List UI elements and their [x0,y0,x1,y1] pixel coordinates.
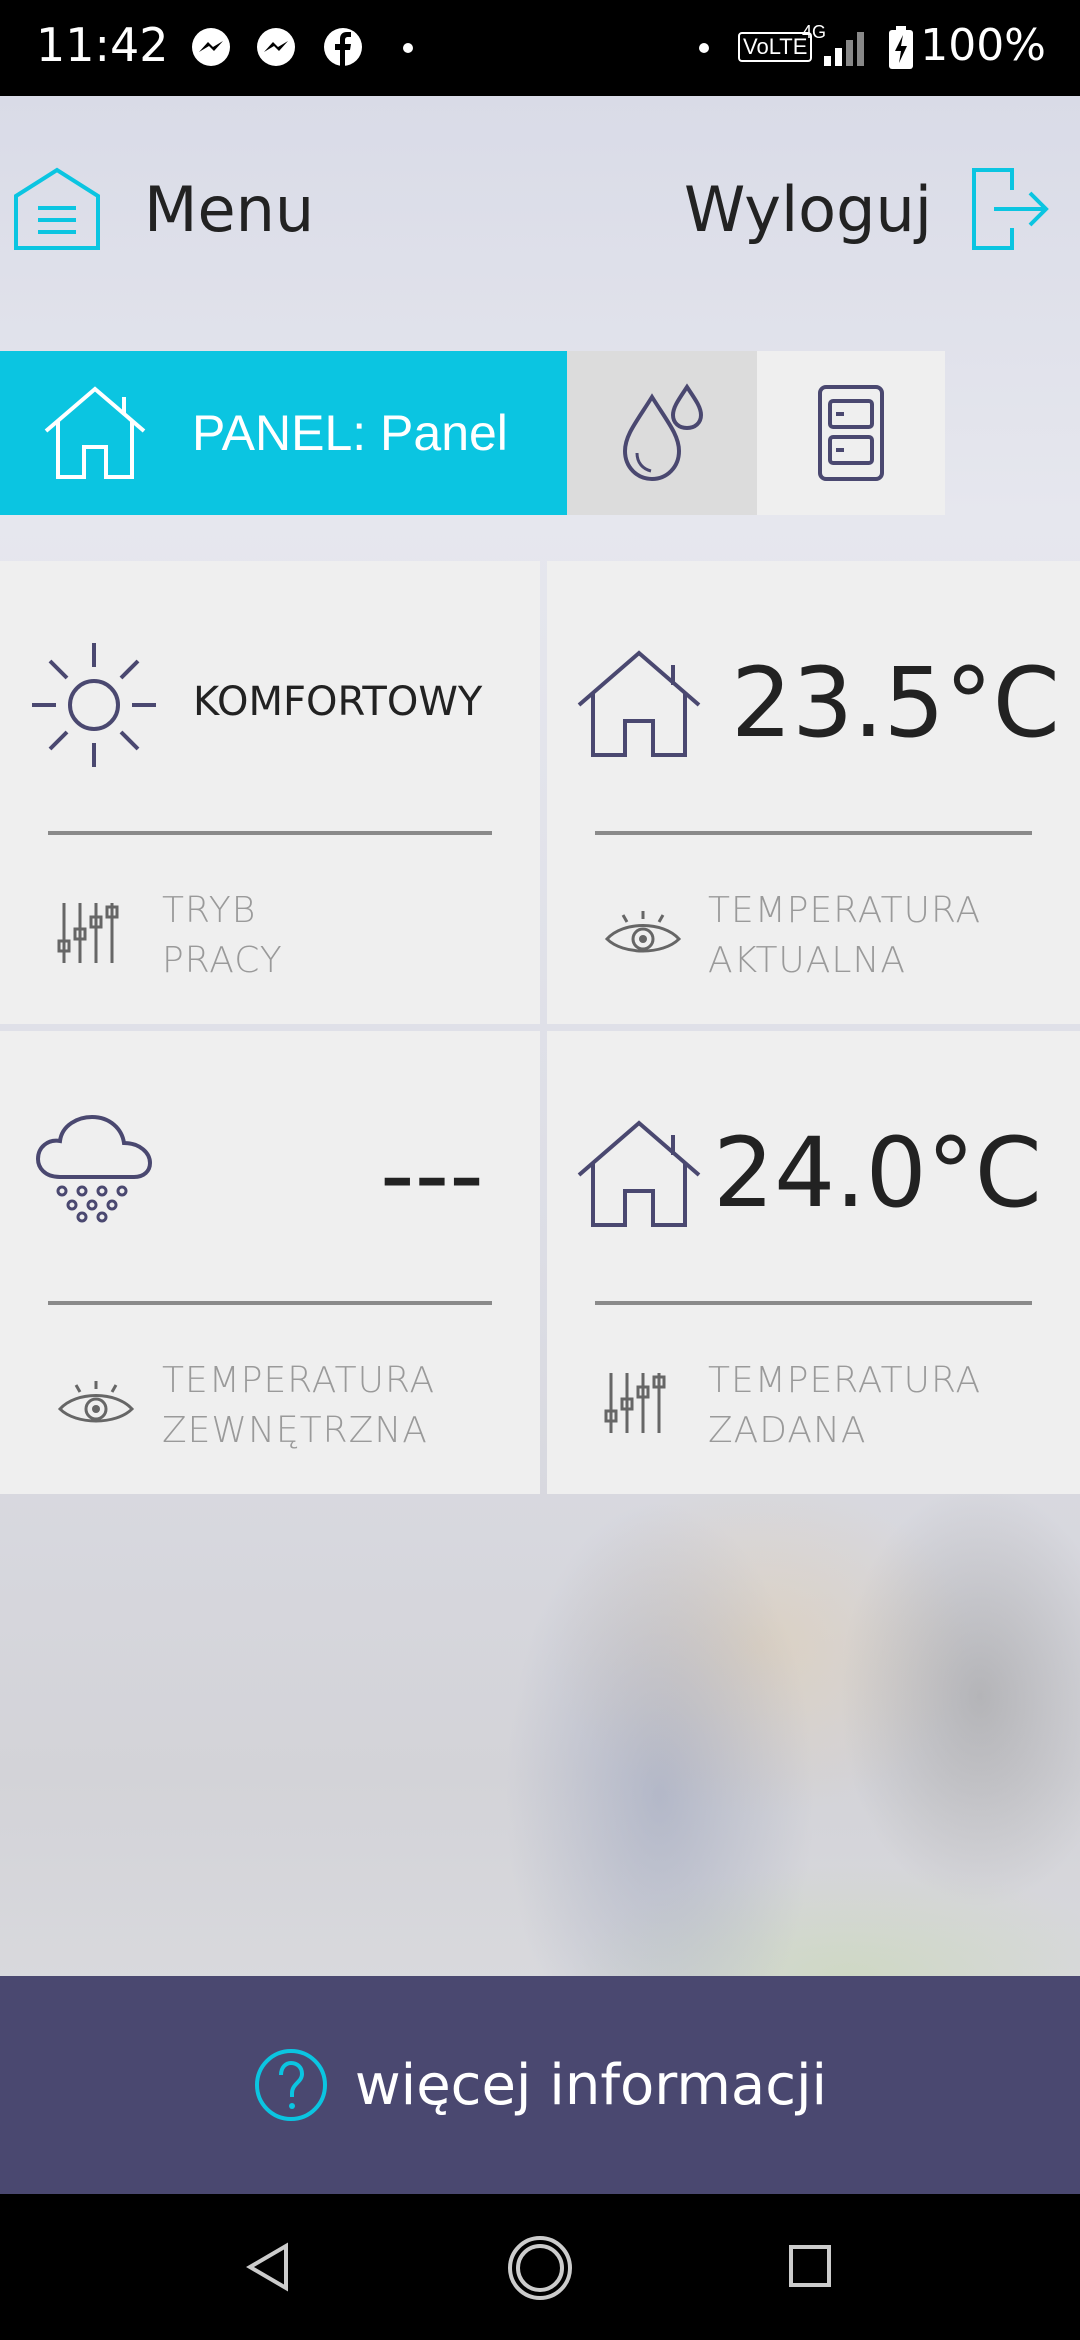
menu-button[interactable]: Menu [12,166,314,252]
tab-bar: PANEL: Panel [0,351,945,515]
logout-button[interactable]: Wyloguj [684,166,1050,252]
recents-icon[interactable] [788,2244,832,2288]
tab-device[interactable] [757,351,945,515]
eye-icon [604,911,682,953]
device-icon [818,385,884,481]
facebook-icon [324,28,362,66]
home-button-icon[interactable] [506,2234,574,2302]
set-temperature-label: TEMPERATURA ZADANA [708,1360,982,1451]
messenger-icon [257,28,295,66]
sliders-icon [57,903,119,963]
more-info-label: więcej informacji [354,2052,828,2118]
battery-percent: 100% [920,20,1046,71]
dot-icon [403,43,413,53]
battery-charging-icon [889,26,913,69]
home-icon [44,386,146,479]
divider [595,831,1032,835]
signal-icon [824,32,864,66]
app-screen: Menu Wyloguj PANEL: Panel KOMFORTOWY TRY… [0,96,1080,2194]
status-bar: 11:42 VoLTE 4G 100% [0,0,1080,96]
menu-house-icon [14,167,100,250]
status-time: 11:42 [36,18,169,72]
divider [48,831,492,835]
logout-icon [972,168,1049,250]
tab-panel-label: PANEL: Panel [192,405,508,461]
tile-set-temperature[interactable]: 24.0°C TEMPERATURA ZADANA [547,1031,1080,1494]
eye-icon [57,1381,135,1423]
work-mode-label: TRYB PRACY [162,890,283,981]
tile-current-temperature[interactable]: 23.5°C TEMPERATURA AKTUALNA [547,561,1080,1024]
tile-outside-temperature[interactable]: --- TEMPERATURA ZEWNĘTRZNA [0,1031,540,1494]
tile-work-mode[interactable]: KOMFORTOWY TRYB PRACY [0,561,540,1024]
current-temperature-label: TEMPERATURA AKTUALNA [708,890,982,981]
home-icon [577,1120,701,1227]
water-drops-icon [622,383,704,482]
system-navigation-bar [0,2194,1080,2340]
back-icon[interactable] [246,2242,290,2292]
work-mode-value: KOMFORTOWY [193,679,483,725]
set-temperature-value: 24.0°C [713,1117,1042,1229]
more-info-button[interactable]: więcej informacji [0,1976,1080,2194]
home-icon [577,650,701,757]
tab-water[interactable] [567,351,757,515]
messenger-icon [192,28,230,66]
outside-temperature-value: --- [380,1119,484,1231]
outside-temperature-label: TEMPERATURA ZEWNĘTRZNA [162,1360,436,1451]
logout-label: Wyloguj [684,172,932,246]
current-temperature-value: 23.5°C [731,647,1060,759]
sliders-icon [604,1373,666,1433]
menu-label: Menu [144,172,315,246]
dot-icon [699,43,709,53]
divider [48,1301,492,1305]
top-bar: Menu Wyloguj [0,96,1080,346]
snow-cloud-icon [35,1114,153,1223]
sun-icon [32,643,156,767]
divider [595,1301,1032,1305]
tab-panel[interactable]: PANEL: Panel [0,351,567,515]
help-icon [254,2049,327,2121]
